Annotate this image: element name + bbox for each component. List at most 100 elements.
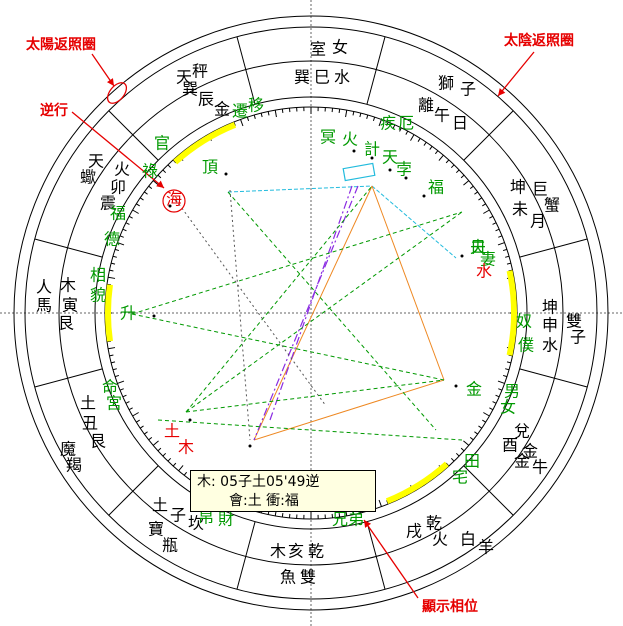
degree-tick [372, 116, 376, 122]
degree-tick [345, 110, 348, 118]
sign-name-6: 雙 [300, 568, 316, 587]
sign-name-4: 牛 [532, 458, 548, 477]
degree-tick [253, 114, 256, 119]
degree-tick [122, 394, 127, 398]
aspect-line-2 [371, 185, 445, 381]
degree-tick [274, 110, 277, 118]
planet-glyph-2: 計 [364, 140, 380, 159]
sign-spoke [34, 238, 103, 258]
solar-return-label: 太陽返照圈 [26, 37, 96, 53]
planet-glyph-1: 火 [342, 130, 358, 149]
planet-dot [188, 418, 192, 422]
degree-tick [132, 209, 139, 214]
degree-tick [167, 457, 172, 462]
branch-label-6: 木 [270, 542, 286, 561]
degree-tick [144, 431, 148, 435]
aspect-line-10 [185, 379, 445, 413]
sign-name-0: 女 [332, 38, 348, 57]
branch-label-0: 水 [334, 68, 350, 87]
degree-tick [110, 361, 116, 364]
degree-tick [505, 368, 510, 371]
solar-return-arrow-head [106, 78, 114, 86]
show-aspects-label: 顯示相位 [422, 599, 478, 615]
planet-glyph-11: 升 [120, 304, 136, 323]
planet-dot [248, 444, 252, 448]
branch-label-2: 坤 [510, 178, 526, 197]
degree-tick [128, 407, 133, 411]
degree-tick [162, 452, 167, 457]
lunar-return-label: 太陰返照圈 [504, 33, 574, 49]
sign-name-6: 魚 [280, 568, 296, 587]
degree-tick [498, 235, 503, 238]
yellow-arc-left [105, 284, 113, 342]
degree-tick [483, 412, 490, 417]
sign-name-1: 獅 [438, 74, 454, 93]
degree-tick [482, 419, 486, 423]
retrograde-label: 逆行 [40, 103, 68, 119]
degree-tick [502, 248, 508, 252]
branch-label-1: 午 [434, 106, 450, 125]
degree-tick [502, 374, 508, 378]
degree-tick [495, 228, 500, 232]
degree-tick [438, 154, 444, 161]
degree-tick [460, 447, 465, 452]
planet-dot [224, 172, 228, 176]
branch-label-11: 巽 [182, 80, 198, 99]
branch-label-2: 未 [512, 200, 528, 219]
sign-name-2: 蟹 [544, 196, 560, 215]
degree-tick [417, 138, 421, 142]
degree-tick [136, 419, 140, 423]
sign-name-3: 子 [570, 328, 586, 347]
branch-label-1: 日 [452, 114, 468, 133]
degree-tick [359, 112, 362, 118]
degree-tick [114, 374, 120, 378]
degree-tick [144, 191, 148, 195]
branch-label-0: 巽 [294, 68, 310, 87]
degree-tick [117, 380, 125, 384]
degree-tick [478, 197, 483, 201]
degree-tick [112, 255, 117, 258]
house-label-1: 厄 [398, 114, 414, 133]
branch-label-7: 子 [170, 506, 186, 525]
degree-tick [492, 222, 497, 225]
branch-label-0: 巳 [314, 68, 330, 87]
degree-tick [139, 197, 144, 201]
branch-label-5: 火 [432, 530, 448, 549]
branch-label-8: 丑 [82, 414, 98, 433]
degree-tick [148, 185, 153, 190]
branch-label-4: 金 [514, 452, 530, 471]
degree-tick [498, 388, 503, 391]
branch-label-8: 土 [80, 394, 96, 413]
planet-dot [460, 254, 464, 258]
yellow-arc-lower-right [385, 461, 449, 504]
branch-label-3: 坤 [542, 298, 558, 317]
astrology-wheel[interactable]: 室女獅 子巨蟹雙子金牛白 羊魚 雙寶瓶魔羯人馬天蠍天秤巽巳水離午 日坤未月坤申水兌酉金乾… [0, 0, 623, 626]
degree-tick [119, 388, 124, 391]
solar-return-marker [106, 82, 128, 104]
degree-tick [128, 215, 133, 219]
degree-tick [109, 269, 114, 272]
degree-tick [139, 425, 144, 429]
degree-tick [463, 180, 470, 186]
house-label-5: 宅 [452, 468, 468, 487]
degree-tick [434, 150, 439, 155]
house-label-11: 祿 [142, 162, 158, 181]
planet-dot [422, 194, 426, 198]
planet-glyph-13: 海 [166, 190, 182, 209]
house-label-10: 德 [104, 230, 120, 249]
sign-name-9: 人 [36, 278, 52, 297]
house-label-11: 官 [154, 134, 170, 153]
sign-name-10: 蠍 [80, 168, 96, 187]
degree-tick [338, 108, 341, 114]
branch-label-6: 乾 [308, 542, 324, 561]
degree-tick [469, 436, 474, 441]
aspect-line-13 [229, 189, 251, 441]
degree-tick [489, 215, 494, 219]
degree-tick [445, 159, 450, 164]
lunar-return-arrow [497, 51, 535, 97]
planet-glyph-10: 木 [178, 438, 194, 457]
branch-label-5: 戌 [406, 522, 422, 541]
degree-tick [109, 354, 114, 357]
degree-tick [429, 146, 433, 150]
degree-tick [125, 222, 130, 225]
